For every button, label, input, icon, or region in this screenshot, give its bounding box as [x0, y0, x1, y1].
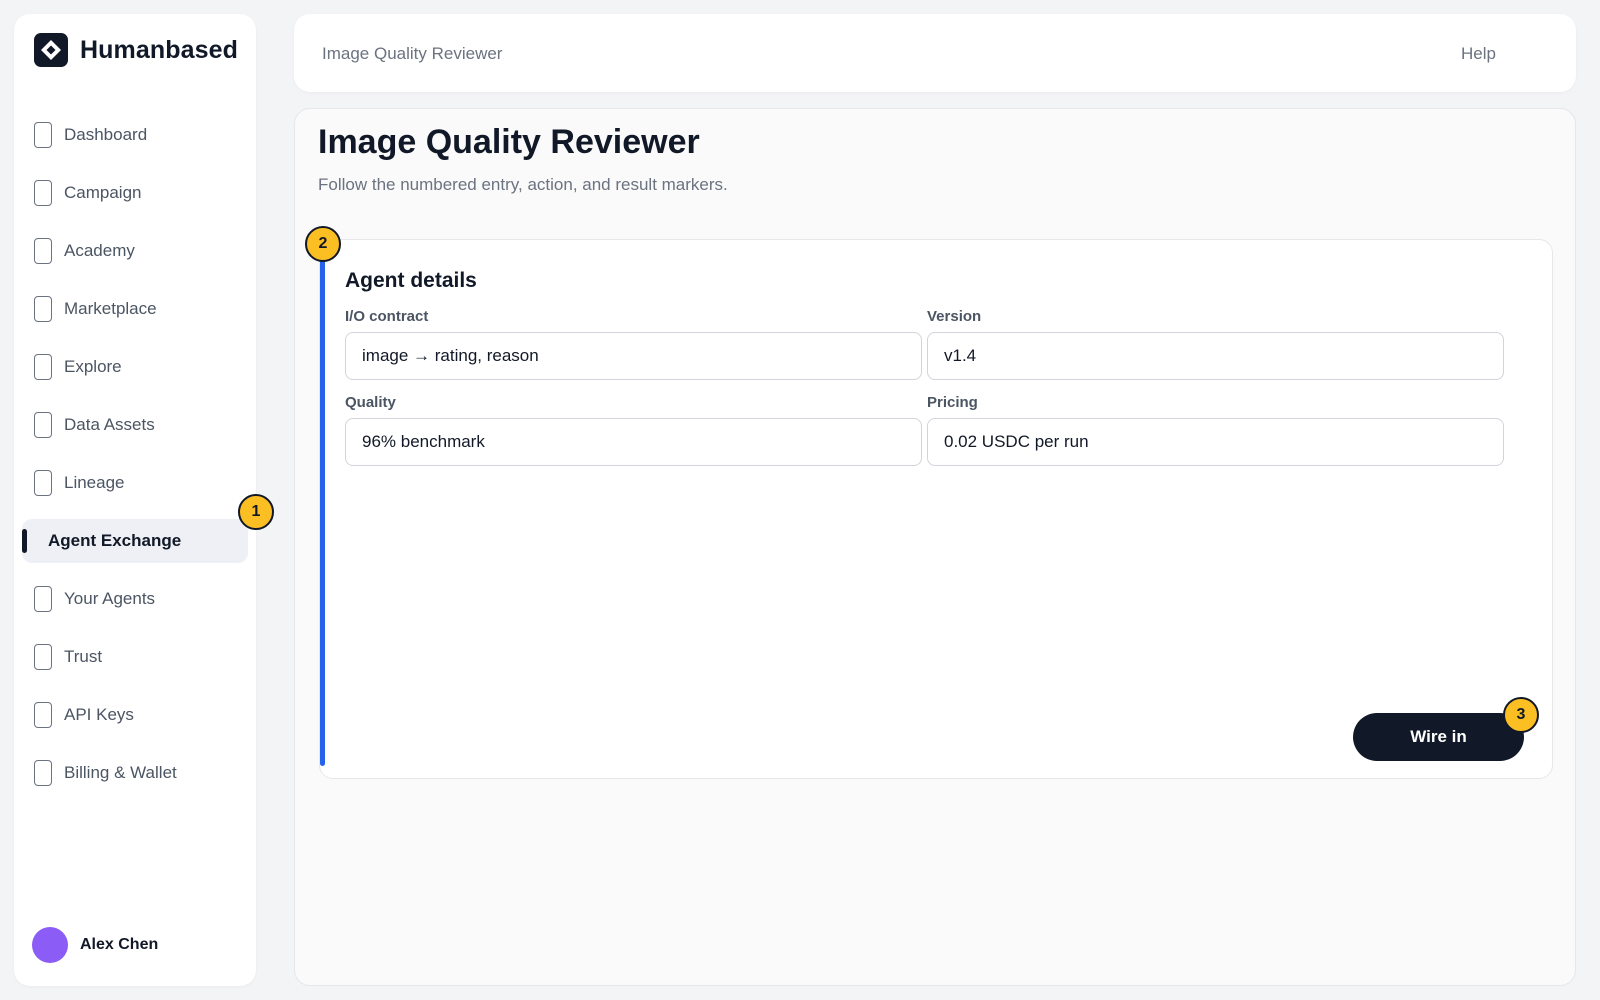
sidebar-item-your-agents[interactable]: Your Agents — [22, 577, 248, 621]
page-icon — [34, 354, 52, 380]
active-indicator — [22, 529, 27, 553]
sidebar-item-label: Campaign — [64, 183, 142, 202]
sidebar-item-label: API Keys — [64, 705, 134, 724]
sidebar-item-label: Explore — [64, 357, 122, 376]
quality-label: Quality — [345, 394, 396, 411]
page-icon — [34, 412, 52, 438]
diamond-logo-icon — [34, 33, 68, 67]
pricing-field[interactable] — [927, 418, 1504, 466]
top-bar: Image Quality Reviewer Help — [294, 14, 1576, 92]
avatar — [32, 927, 68, 963]
pricing-label: Pricing — [927, 394, 978, 411]
main-panel: Image Quality Reviewer Follow the number… — [294, 108, 1576, 986]
sidebar-item-label: Data Assets — [64, 415, 155, 434]
sidebar-item-dashboard[interactable]: Dashboard — [22, 113, 248, 157]
sidebar-item-label: Academy — [64, 241, 135, 260]
sidebar-item-label: Marketplace — [64, 299, 157, 318]
step-marker-1: 1 — [238, 494, 274, 530]
sidebar-item-label: Agent Exchange — [48, 531, 182, 550]
card-title: Agent details — [345, 269, 477, 292]
page-title: Image Quality Reviewer — [318, 123, 700, 161]
page-icon — [34, 296, 52, 322]
brand[interactable]: Humanbased — [34, 32, 238, 68]
page-icon — [34, 702, 52, 728]
page-subtitle: Follow the numbered entry, action, and r… — [318, 175, 728, 194]
sidebar-item-explore[interactable]: Explore — [22, 345, 248, 389]
help-link[interactable]: Help — [1461, 44, 1496, 64]
sidebar-item-data-assets[interactable]: Data Assets — [22, 403, 248, 447]
user-name: Alex Chen — [80, 936, 159, 953]
page-icon — [34, 470, 52, 496]
sidebar-item-api-keys[interactable]: API Keys — [22, 693, 248, 737]
version-label: Version — [927, 308, 982, 325]
page-icon — [34, 644, 52, 670]
sidebar-item-label: Lineage — [64, 473, 125, 492]
page-icon — [34, 586, 52, 612]
breadcrumb: Image Quality Reviewer — [322, 44, 503, 63]
page-icon — [34, 122, 52, 148]
sidebar-item-label: Your Agents — [64, 589, 156, 608]
user-profile[interactable]: Alex Chen — [32, 927, 158, 963]
step-marker-3: 3 — [1503, 697, 1539, 733]
brand-name: Humanbased — [80, 35, 238, 64]
sidebar-item-campaign[interactable]: Campaign — [22, 171, 248, 215]
sidebar-item-label: Billing & Wallet — [64, 763, 177, 782]
sidebar-item-academy[interactable]: Academy — [22, 229, 248, 273]
sidebar-nav: Dashboard Campaign Academy Marketplace E… — [22, 113, 248, 809]
page-icon — [34, 180, 52, 206]
agent-details-card: Agent details I/O contract Version Quali… — [319, 239, 1553, 779]
page-icon — [34, 760, 52, 786]
sidebar-item-billing-wallet[interactable]: Billing & Wallet — [22, 751, 248, 795]
io-contract-label: I/O contract — [345, 308, 429, 325]
sidebar-item-label: Trust — [64, 647, 103, 666]
step-marker-2: 2 — [305, 226, 341, 262]
io-contract-field[interactable] — [345, 332, 922, 380]
page-icon — [34, 238, 52, 264]
sidebar-item-trust[interactable]: Trust — [22, 635, 248, 679]
sidebar-item-lineage[interactable]: Lineage — [22, 461, 248, 505]
version-field[interactable] — [927, 332, 1504, 380]
quality-field[interactable] — [345, 418, 922, 466]
card-accent-bar — [320, 254, 325, 766]
sidebar-item-agent-exchange[interactable]: Agent Exchange — [22, 519, 248, 563]
sidebar: Humanbased Dashboard Campaign Academy Ma… — [14, 14, 256, 986]
sidebar-item-marketplace[interactable]: Marketplace — [22, 287, 248, 331]
sidebar-item-label: Dashboard — [64, 125, 148, 144]
wire-in-button[interactable]: Wire in — [1353, 713, 1524, 761]
